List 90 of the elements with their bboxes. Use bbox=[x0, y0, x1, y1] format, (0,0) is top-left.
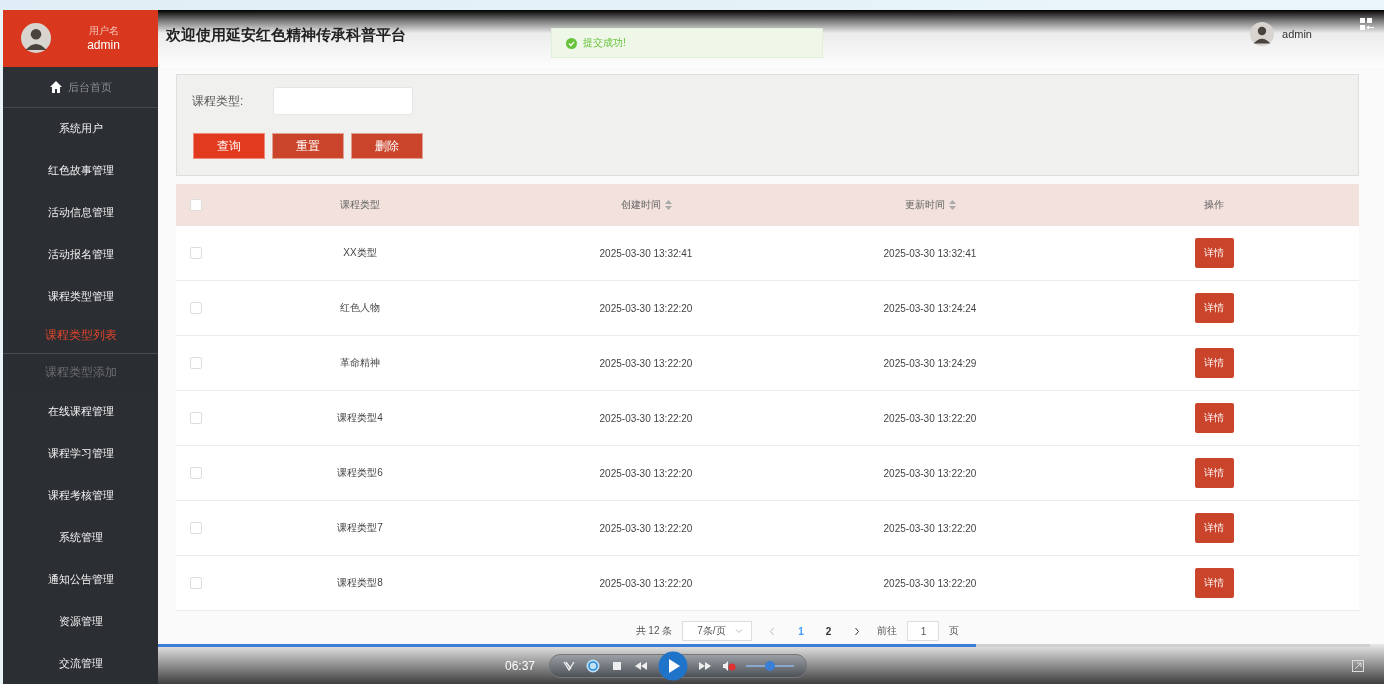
page-button[interactable]: 1 bbox=[792, 625, 810, 637]
table-cell: 2025-03-30 13:22:20 bbox=[599, 412, 693, 424]
table-cell: 2025-03-30 13:22:20 bbox=[599, 302, 693, 314]
column-header[interactable]: 操作 bbox=[1204, 198, 1224, 212]
row-checkbox[interactable] bbox=[190, 522, 202, 534]
page-size-value: 7条/页 bbox=[697, 624, 726, 638]
detail-button[interactable]: 详情 bbox=[1194, 458, 1234, 488]
sidebar-item[interactable]: 系统用户 bbox=[3, 107, 158, 150]
sort-icon[interactable] bbox=[664, 200, 672, 210]
chevron-right-icon[interactable] bbox=[853, 626, 862, 636]
table-cell: 2025-03-30 13:22:20 bbox=[883, 412, 977, 424]
sidebar-item[interactable]: 资源管理 bbox=[3, 600, 158, 643]
sidebar-item[interactable]: 交流管理 bbox=[3, 642, 158, 684]
table-cell: 2025-03-30 13:32:41 bbox=[883, 247, 977, 259]
table-cell: 课程类型6 bbox=[337, 466, 383, 480]
column-header[interactable]: 课程类型 bbox=[340, 198, 380, 212]
page-suffix: 页 bbox=[949, 624, 960, 638]
detail-button[interactable]: 详情 bbox=[1194, 568, 1234, 598]
row-checkbox[interactable] bbox=[190, 357, 202, 369]
home-label: 后台首页 bbox=[67, 79, 112, 95]
page-button[interactable]: 2 bbox=[819, 625, 838, 637]
check-circle-icon bbox=[566, 37, 577, 49]
play-icon[interactable] bbox=[658, 651, 688, 681]
fast-forward-icon[interactable] bbox=[698, 659, 712, 673]
column-header[interactable]: 更新时间 bbox=[904, 198, 956, 212]
column-header[interactable]: 创建时间 bbox=[620, 198, 672, 212]
table-cell: 2025-03-30 13:24:24 bbox=[883, 302, 977, 314]
chevron-left-icon[interactable] bbox=[768, 626, 777, 636]
sidebar-item[interactable]: 在线课程管理 bbox=[3, 390, 158, 433]
table-cell: 2025-03-30 13:22:20 bbox=[883, 467, 977, 479]
sidebar-item[interactable]: 课程类型管理 bbox=[3, 275, 158, 318]
sidebar-item[interactable]: 通知公告管理 bbox=[3, 558, 158, 601]
avatar-icon bbox=[1250, 22, 1275, 46]
page-size-select[interactable]: 7条/页 bbox=[682, 621, 753, 641]
user-name: admin bbox=[87, 38, 120, 53]
avatar-icon bbox=[21, 23, 51, 54]
user-label: 用户名 bbox=[88, 24, 119, 39]
search-field[interactable] bbox=[273, 87, 414, 115]
detail-button[interactable]: 详情 bbox=[1194, 293, 1234, 323]
table-cell: 革命精神 bbox=[340, 356, 380, 370]
header-user[interactable]: admin bbox=[1282, 28, 1312, 40]
sidebar-item[interactable]: 红色故事管理 bbox=[3, 149, 158, 192]
table-cell: 课程类型4 bbox=[337, 411, 383, 425]
sidebar-item[interactable]: 课程学习管理 bbox=[3, 432, 158, 475]
table-cell: 2025-03-30 13:24:29 bbox=[883, 357, 977, 369]
action-button[interactable]: 重置 bbox=[272, 133, 344, 159]
grid-icon[interactable] bbox=[1360, 18, 1374, 30]
table-cell: XX类型 bbox=[343, 246, 377, 260]
sidebar-item[interactable]: 课程考核管理 bbox=[3, 474, 158, 517]
total-count: 共 12 条 bbox=[635, 624, 673, 638]
table-cell: 2025-03-30 13:22:20 bbox=[599, 577, 693, 589]
row-checkbox[interactable] bbox=[190, 302, 202, 314]
goto-label: 前往 bbox=[877, 624, 898, 638]
detail-button[interactable]: 详情 bbox=[1194, 403, 1234, 433]
sort-icon[interactable] bbox=[948, 200, 956, 210]
table-cell: 2025-03-30 13:22:20 bbox=[599, 522, 693, 534]
detail-button[interactable]: 详情 bbox=[1194, 238, 1234, 268]
table-cell: 2025-03-30 13:32:41 bbox=[599, 247, 693, 259]
table-cell: 2025-03-30 13:22:20 bbox=[599, 467, 693, 479]
row-checkbox[interactable] bbox=[190, 412, 202, 424]
home-icon bbox=[49, 81, 62, 94]
page-input[interactable]: 1 bbox=[907, 621, 940, 641]
table-cell: 课程类型8 bbox=[337, 576, 383, 590]
detail-button[interactable]: 详情 bbox=[1194, 513, 1234, 543]
row-checkbox[interactable] bbox=[190, 247, 202, 259]
action-button[interactable]: 删除 bbox=[351, 133, 423, 159]
mute-icon[interactable] bbox=[722, 659, 736, 673]
table-cell: 课程类型7 bbox=[337, 521, 383, 535]
sidebar-item[interactable]: 活动信息管理 bbox=[3, 191, 158, 234]
caret-icon bbox=[735, 627, 744, 635]
page-title: 欢迎使用延安红色精神传承科普平台 bbox=[166, 26, 406, 45]
table-cell: 红色人物 bbox=[340, 301, 380, 315]
field-label: 课程类型: bbox=[192, 92, 244, 110]
rewind-icon[interactable] bbox=[634, 659, 648, 673]
sidebar-item[interactable]: 系统管理 bbox=[3, 516, 158, 559]
table-cell: 2025-03-30 13:22:20 bbox=[599, 357, 693, 369]
volume-slider[interactable] bbox=[746, 661, 794, 671]
stop-icon[interactable] bbox=[610, 659, 624, 673]
fullscreen-icon[interactable] bbox=[1352, 660, 1364, 672]
detail-button[interactable]: 详情 bbox=[1194, 348, 1234, 378]
sidebar-item[interactable]: 活动报名管理 bbox=[3, 233, 158, 276]
row-checkbox[interactable] bbox=[190, 467, 202, 479]
table-cell: 2025-03-30 13:22:20 bbox=[883, 577, 977, 589]
row-checkbox[interactable] bbox=[190, 577, 202, 589]
volume-thumb[interactable] bbox=[765, 661, 775, 671]
select-all-checkbox[interactable] bbox=[190, 199, 202, 211]
time-display: 06:37 bbox=[505, 659, 535, 673]
action-button[interactable]: 查询 bbox=[193, 133, 265, 159]
toast-message: 提交成功! bbox=[583, 36, 626, 50]
table-cell: 2025-03-30 13:22:20 bbox=[883, 522, 977, 534]
